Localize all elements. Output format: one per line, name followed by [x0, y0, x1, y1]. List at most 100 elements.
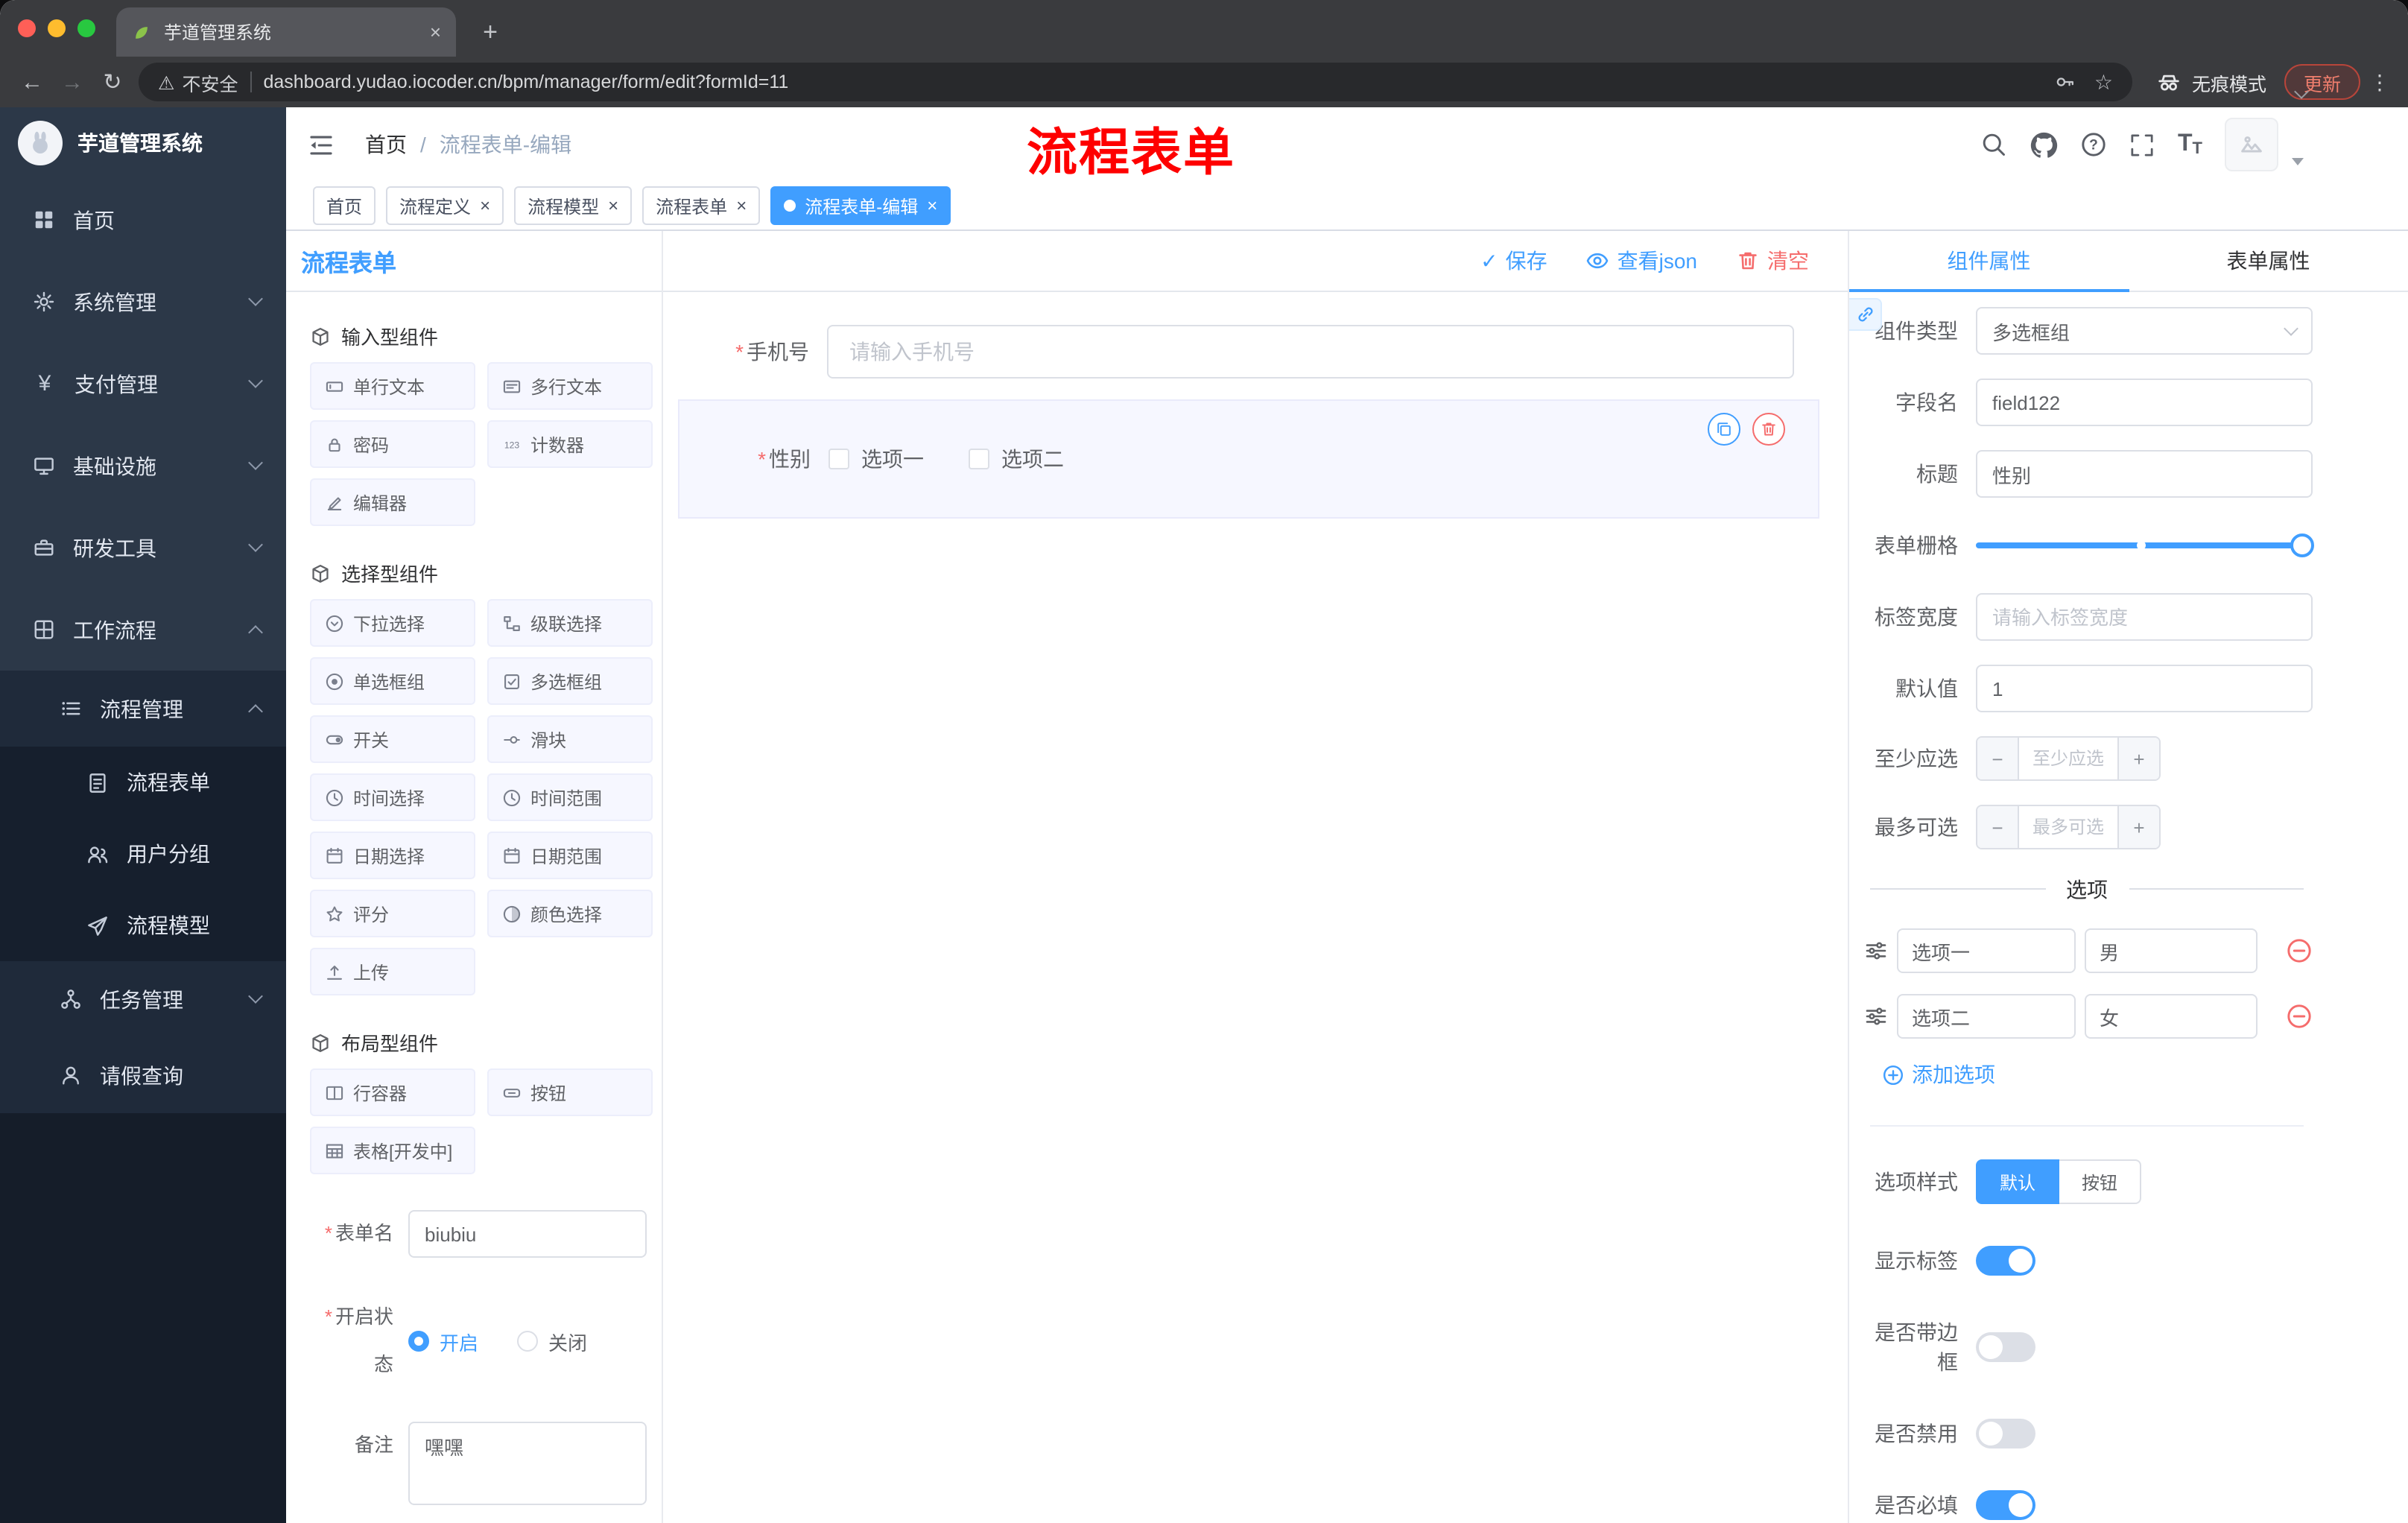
search-icon[interactable] — [1981, 131, 2008, 158]
sidebar-item-leave-query[interactable]: 请假查询 — [0, 1037, 286, 1113]
sidebar-item-system[interactable]: 系统管理 — [0, 261, 286, 343]
tab-component-properties[interactable]: 组件属性 — [1849, 231, 2129, 292]
palette-item-multiline-text[interactable]: 多行文本 — [487, 362, 653, 410]
drag-handle-icon[interactable] — [1864, 1004, 1888, 1028]
required-switch[interactable] — [1976, 1490, 2035, 1520]
palette-item-row-container[interactable]: 行容器 — [310, 1068, 475, 1116]
forward-button[interactable]: → — [52, 63, 92, 101]
sidebar-item-process-management[interactable]: 流程管理 — [0, 671, 286, 747]
breadcrumb-home[interactable]: 首页 — [365, 130, 407, 159]
save-button[interactable]: ✓ 保存 — [1480, 246, 1547, 276]
tag-process-form-edit[interactable]: 流程表单-编辑 × — [770, 186, 951, 225]
option-1-value-input[interactable] — [2085, 928, 2258, 973]
fullscreen-icon[interactable] — [2130, 132, 2155, 157]
canvas-field-gender-selected[interactable]: * 性别 选项一 选项二 — [678, 399, 1819, 519]
tag-process-form[interactable]: 流程表单 × — [642, 186, 761, 225]
tag-close-icon[interactable]: × — [736, 195, 747, 216]
duplicate-field-button[interactable] — [1708, 413, 1740, 446]
window-maximize-button[interactable] — [77, 19, 95, 37]
palette-item-date-picker[interactable]: 日期选择 — [310, 832, 475, 879]
palette-item-radio-group[interactable]: 单选框组 — [310, 657, 475, 705]
remove-option-2-button[interactable] — [2286, 1003, 2313, 1030]
form-name-input[interactable] — [408, 1210, 647, 1258]
form-grid-slider[interactable] — [1976, 522, 2314, 569]
tag-close-icon[interactable]: × — [480, 195, 490, 216]
remove-option-1-button[interactable] — [2286, 937, 2313, 964]
add-option-button[interactable]: 添加选项 — [1882, 1060, 2313, 1089]
palette-item-counter[interactable]: 计数器 — [487, 420, 653, 468]
gender-option-1-checkbox[interactable]: 选项一 — [828, 444, 924, 474]
palette-item-slider[interactable]: 滑块 — [487, 715, 653, 763]
clear-button[interactable]: 清空 — [1736, 246, 1809, 276]
tag-close-icon[interactable]: × — [608, 195, 618, 216]
increase-button[interactable]: + — [2117, 806, 2159, 848]
sidebar-item-user-group[interactable]: 用户分组 — [0, 818, 286, 890]
tab-form-properties[interactable]: 表单属性 — [2129, 231, 2408, 291]
palette-item-color-picker[interactable]: 颜色选择 — [487, 890, 653, 937]
palette-item-table[interactable]: 表格[开发中] — [310, 1127, 475, 1174]
new-tab-button[interactable]: + — [471, 13, 510, 52]
sidebar-item-devtools[interactable]: 研发工具 — [0, 507, 286, 589]
decrease-button[interactable]: − — [1977, 738, 2019, 779]
sidebar-item-workflow[interactable]: 工作流程 — [0, 589, 286, 671]
canvas-field-phone[interactable]: * 手机号 — [678, 325, 1794, 379]
option-1-name-input[interactable] — [1897, 928, 2076, 973]
window-minimize-button[interactable] — [48, 19, 66, 37]
disabled-switch[interactable] — [1976, 1419, 2035, 1448]
browser-menu-icon[interactable]: ⋮ — [2366, 69, 2393, 95]
sidebar-item-infrastructure[interactable]: 基础设施 — [0, 425, 286, 507]
view-json-button[interactable]: 查看json — [1586, 246, 1697, 276]
avatar-caret-icon[interactable] — [2292, 158, 2304, 165]
bookmark-star-icon[interactable]: ☆ — [2094, 69, 2113, 95]
delete-field-button[interactable] — [1752, 413, 1785, 446]
collapse-sidebar-icon[interactable] — [307, 130, 335, 159]
github-icon[interactable] — [2030, 130, 2059, 159]
palette-item-button[interactable]: 按钮 — [487, 1068, 653, 1116]
tag-close-icon[interactable]: × — [927, 195, 937, 216]
phone-input[interactable] — [827, 325, 1794, 379]
back-button[interactable]: ← — [12, 63, 52, 101]
show-label-switch[interactable] — [1976, 1246, 2035, 1276]
default-value-input[interactable] — [1976, 665, 2313, 712]
option-2-name-input[interactable] — [1897, 994, 2076, 1039]
style-default-button[interactable]: 默认 — [1976, 1159, 2060, 1204]
tag-process-definition[interactable]: 流程定义 × — [386, 186, 504, 225]
status-on-radio[interactable]: 开启 — [408, 1327, 478, 1355]
browser-update-button[interactable]: 更新 — [2284, 64, 2360, 100]
tag-home[interactable]: 首页 — [313, 186, 376, 225]
font-size-icon[interactable]: TT — [2178, 131, 2202, 158]
drag-handle-icon[interactable] — [1864, 939, 1888, 963]
field-name-input[interactable] — [1976, 379, 2313, 426]
slider-handle[interactable] — [2290, 533, 2314, 557]
palette-item-time-picker[interactable]: 时间选择 — [310, 773, 475, 821]
status-off-radio[interactable]: 关闭 — [517, 1327, 587, 1355]
sidebar-item-process-model[interactable]: 流程模型 — [0, 890, 286, 961]
palette-item-single-line-text[interactable]: 单行文本 — [310, 362, 475, 410]
component-type-select[interactable] — [1976, 307, 2313, 355]
tag-process-model[interactable]: 流程模型 × — [514, 186, 633, 225]
palette-item-upload[interactable]: 上传 — [310, 948, 475, 995]
avatar[interactable] — [2225, 118, 2278, 171]
security-status[interactable]: ⚠ 不安全 — [158, 68, 238, 96]
address-bar[interactable]: ⚠ 不安全 dashboard.yudao.iocoder.cn/bpm/man… — [139, 63, 2132, 101]
palette-item-switch[interactable]: 开关 — [310, 715, 475, 763]
remark-textarea[interactable]: 嘿嘿 — [408, 1422, 647, 1505]
title-input[interactable] — [1976, 450, 2313, 498]
browser-tab[interactable]: 芋道管理系统 × — [116, 7, 456, 57]
increase-button[interactable]: + — [2117, 738, 2159, 779]
max-select-input[interactable] — [2019, 806, 2117, 848]
palette-item-password[interactable]: 密码 — [310, 420, 475, 468]
help-icon[interactable] — [2081, 131, 2108, 158]
palette-item-cascader[interactable]: 级联选择 — [487, 599, 653, 647]
reload-button[interactable]: ↻ — [92, 63, 133, 101]
tab-close-icon[interactable]: × — [430, 21, 441, 43]
palette-item-time-range[interactable]: 时间范围 — [487, 773, 653, 821]
palette-item-select[interactable]: 下拉选择 — [310, 599, 475, 647]
sidebar-item-process-form[interactable]: 流程表单 — [0, 747, 286, 818]
label-width-input[interactable] — [1976, 593, 2313, 641]
palette-item-rate[interactable]: 评分 — [310, 890, 475, 937]
option-2-value-input[interactable] — [2085, 994, 2258, 1039]
sidebar-item-payment[interactable]: ¥ 支付管理 — [0, 343, 286, 425]
min-select-input[interactable] — [2019, 738, 2117, 779]
palette-item-date-range[interactable]: 日期范围 — [487, 832, 653, 879]
